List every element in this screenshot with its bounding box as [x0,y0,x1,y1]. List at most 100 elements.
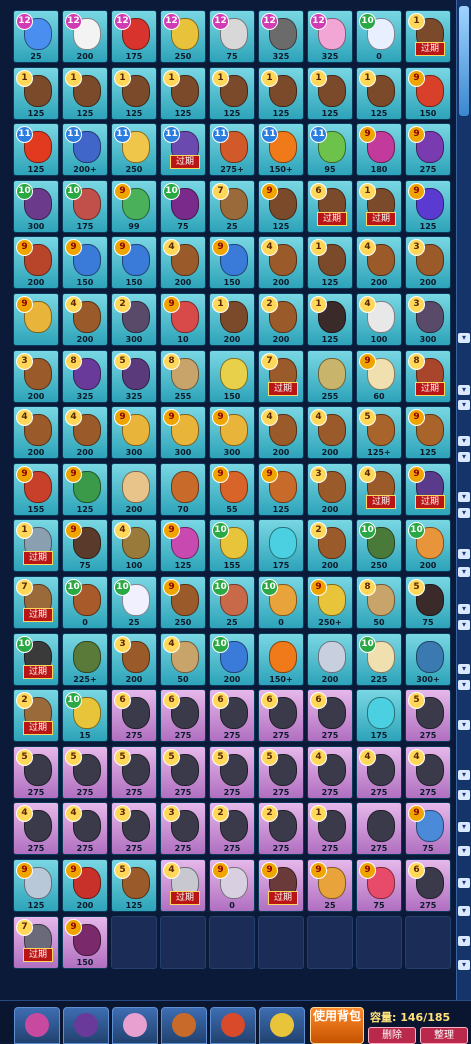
item-slot[interactable]: 5 275 [62,745,108,799]
item-slot[interactable]: 9 75 [62,519,108,573]
organize-button[interactable]: 整理 [420,1027,468,1044]
tab-1[interactable] [14,1007,60,1044]
item-slot[interactable]: 9 150 [62,236,108,290]
tab-2[interactable] [63,1007,109,1044]
item-slot[interactable]: 6 275 [258,689,304,743]
item-slot[interactable]: 4 275 [356,745,402,799]
item-slot[interactable]: 10 250 [356,519,402,573]
item-slot[interactable]: 4 过期 [356,462,402,516]
item-slot[interactable]: 3 275 [160,802,206,856]
item-slot[interactable]: 5 325 [111,349,157,403]
scroll-down-arrow-icon[interactable]: ▾ [458,604,470,614]
item-slot[interactable]: 9 过期 [258,859,304,912]
item-slot[interactable]: 9 125 [405,406,451,460]
item-slot[interactable]: 9 250+ [307,576,353,629]
scroll-down-arrow-icon[interactable]: ▾ [458,385,470,395]
item-slot[interactable]: 4 200 [258,406,304,460]
item-slot[interactable]: 5 275 [258,745,304,799]
empty-slot[interactable] [160,915,206,969]
item-slot[interactable]: 4 过期 [160,859,206,912]
item-slot[interactable]: 9 25 [307,859,353,912]
item-slot[interactable]: 12 325 [258,10,304,63]
item-slot[interactable]: 10 225 [356,632,402,686]
item-slot[interactable]: 1 125 [307,236,353,290]
scroll-down-arrow-icon[interactable]: ▾ [458,452,470,462]
empty-slot[interactable] [258,915,304,969]
empty-slot[interactable] [111,915,157,969]
item-slot[interactable]: 275 [356,802,402,856]
scroll-down-arrow-icon[interactable]: ▾ [458,567,470,577]
item-slot[interactable]: 9 75 [405,802,451,856]
item-slot[interactable]: 1 125 [307,293,353,346]
item-slot[interactable]: 2 300 [111,293,157,346]
scroll-down-arrow-icon[interactable]: ▾ [458,549,470,559]
item-slot[interactable]: 6 275 [307,689,353,743]
item-slot[interactable]: 5 275 [111,745,157,799]
item-slot[interactable]: 1 125 [160,66,206,120]
item-slot[interactable]: 4 275 [13,802,59,856]
item-slot[interactable]: 5 275 [209,745,255,799]
item-slot[interactable]: 3 200 [111,632,157,686]
item-slot[interactable]: 12 175 [111,10,157,63]
item-slot[interactable]: 10 过期 [13,632,59,686]
item-slot[interactable]: 2 275 [258,802,304,856]
item-slot[interactable]: 2 200 [307,519,353,573]
item-slot[interactable]: 9 300 [209,406,255,460]
item-slot[interactable]: 4 275 [62,802,108,856]
item-slot[interactable]: 2 过期 [13,689,59,743]
item-slot[interactable]: 12 25 [13,10,59,63]
item-slot[interactable]: 5 125 [111,859,157,912]
item-slot[interactable]: 225+ [62,632,108,686]
item-slot[interactable]: 4 200 [160,236,206,290]
scroll-down-arrow-icon[interactable]: ▾ [458,492,470,502]
item-slot[interactable]: 9 155 [13,462,59,516]
item-slot[interactable]: 150+ [258,632,304,686]
scroll-down-arrow-icon[interactable]: ▾ [458,333,470,343]
item-slot[interactable]: 6 275 [405,859,451,912]
item-slot[interactable]: 9 150 [111,236,157,290]
item-slot[interactable]: 9 10 [160,293,206,346]
tab-5[interactable] [210,1007,256,1044]
item-slot[interactable]: 9 125 [258,462,304,516]
scroll-down-arrow-icon[interactable]: ▾ [458,822,470,832]
item-slot[interactable]: 9 250 [160,576,206,629]
item-slot[interactable]: 11 150+ [258,123,304,177]
scroll-down-arrow-icon[interactable]: ▾ [458,790,470,800]
item-slot[interactable]: 9 125 [62,462,108,516]
item-slot[interactable]: 200 [307,632,353,686]
item-slot[interactable]: 10 175 [62,179,108,233]
empty-slot[interactable] [209,915,255,969]
item-slot[interactable]: 11 过期 [160,123,206,177]
item-slot[interactable]: 3 275 [111,802,157,856]
item-slot[interactable]: 9 200 [62,859,108,912]
empty-slot[interactable] [405,915,451,969]
item-slot[interactable]: 9 125 [160,519,206,573]
scroll-down-arrow-icon[interactable]: ▾ [458,846,470,856]
item-slot[interactable]: 1 125 [111,66,157,120]
scroll-down-arrow-icon[interactable]: ▾ [458,878,470,888]
item-slot[interactable]: 4 100 [111,519,157,573]
item-slot[interactable]: 4 200 [13,406,59,460]
item-slot[interactable]: 6 275 [209,689,255,743]
item-slot[interactable]: 175 [258,519,304,573]
scroll-down-arrow-icon[interactable]: ▾ [458,680,470,690]
item-slot[interactable]: 10 155 [209,519,255,573]
item-slot[interactable]: 12 325 [307,10,353,63]
item-slot[interactable]: 11 200+ [62,123,108,177]
scroll-down-arrow-icon[interactable]: ▾ [458,400,470,410]
item-slot[interactable]: 4 50 [160,632,206,686]
item-slot[interactable]: 5 275 [160,745,206,799]
item-slot[interactable]: 255 [307,349,353,403]
item-slot[interactable]: 12 75 [209,10,255,63]
item-slot[interactable]: 1 过期 [356,179,402,233]
item-slot[interactable]: 7 过期 [13,576,59,629]
item-slot[interactable]: 4 275 [405,745,451,799]
item-slot[interactable]: 10 15 [62,689,108,743]
item-slot[interactable]: 9 125 [405,179,451,233]
item-slot[interactable]: 6 过期 [307,179,353,233]
item-slot[interactable]: 1 125 [13,66,59,120]
item-slot[interactable]: 9 125 [258,179,304,233]
item-slot[interactable]: 11 275+ [209,123,255,177]
item-slot[interactable]: 9 150 [209,236,255,290]
item-slot[interactable]: 10 0 [356,10,402,63]
